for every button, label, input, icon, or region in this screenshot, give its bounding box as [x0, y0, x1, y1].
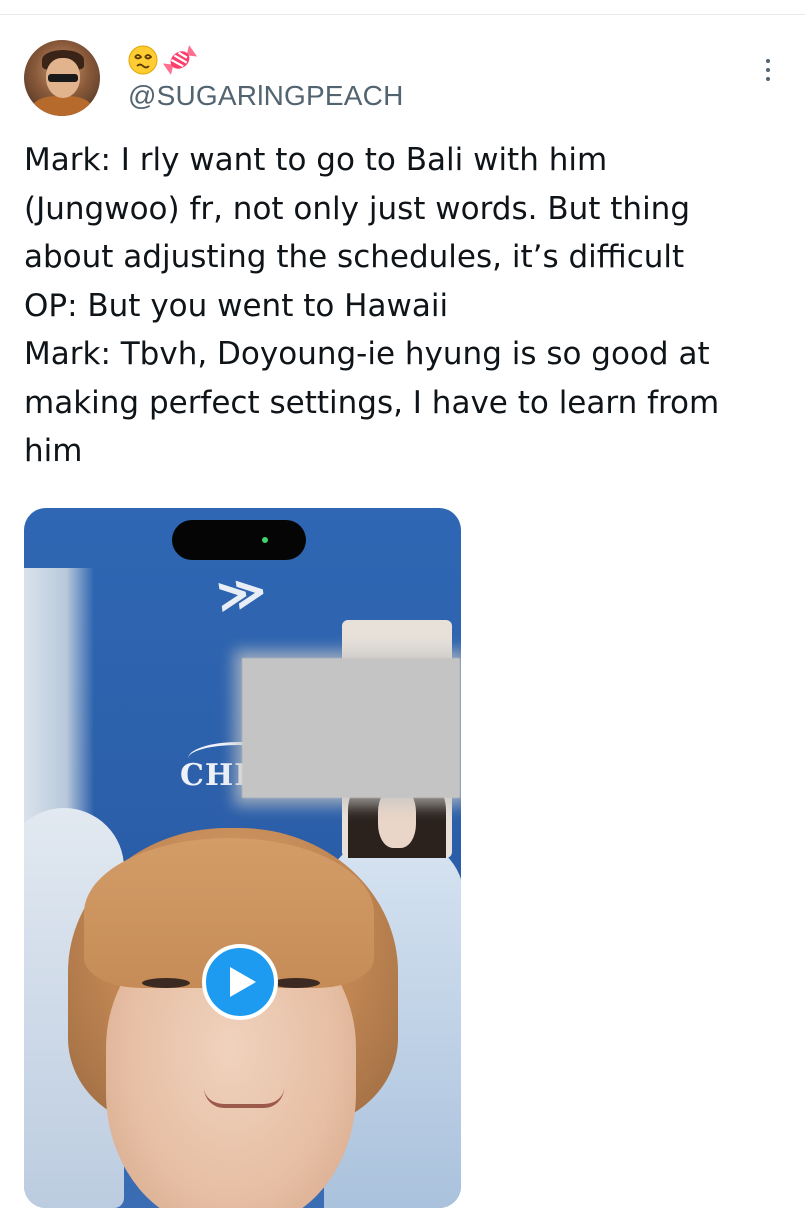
poster-logo-mark: ≫ [213, 562, 270, 624]
tweet-text-line: Mark: I rly want to go to Bali with him [24, 142, 608, 178]
dizzy-face-emoji [128, 45, 158, 75]
censor-blur-box [242, 658, 460, 798]
username[interactable]: @SUGARlNGPEACH [128, 80, 404, 112]
avatar-glasses-shape [48, 74, 78, 82]
more-vertical-icon[interactable] [756, 54, 780, 86]
phone-dynamic-island [172, 520, 306, 560]
person-eye-left [142, 978, 190, 988]
avatar[interactable] [24, 40, 100, 116]
avatar-body-shape [32, 96, 92, 116]
tweet-text-line: OP: But you went to Hawaii [24, 287, 449, 324]
tweet-text-line: making perfect settings, I have to learn… [24, 384, 720, 421]
candy-emoji [162, 45, 198, 75]
camera-indicator-dot [262, 537, 268, 543]
person-mouth [204, 1088, 284, 1108]
top-divider [0, 0, 805, 15]
play-button[interactable] [202, 944, 278, 1020]
tweet-text: Mark: I rly want to go to Bali with him … [24, 136, 784, 476]
tweet-text-line: him [24, 433, 83, 469]
tweet-text-line: Mark: Tbvh, Doyoung-ie hyung is so good … [24, 336, 710, 372]
display-name[interactable] [128, 42, 198, 78]
tweet-text-line: (Jungwoo) fr, not only just words. But t… [24, 190, 691, 227]
play-icon [230, 967, 256, 997]
video-thumbnail[interactable]: ≫ CHIL [24, 508, 461, 1208]
tweet-text-line: about adjusting the schedules, it’s diff… [24, 239, 685, 275]
person-eye-right [272, 978, 320, 988]
